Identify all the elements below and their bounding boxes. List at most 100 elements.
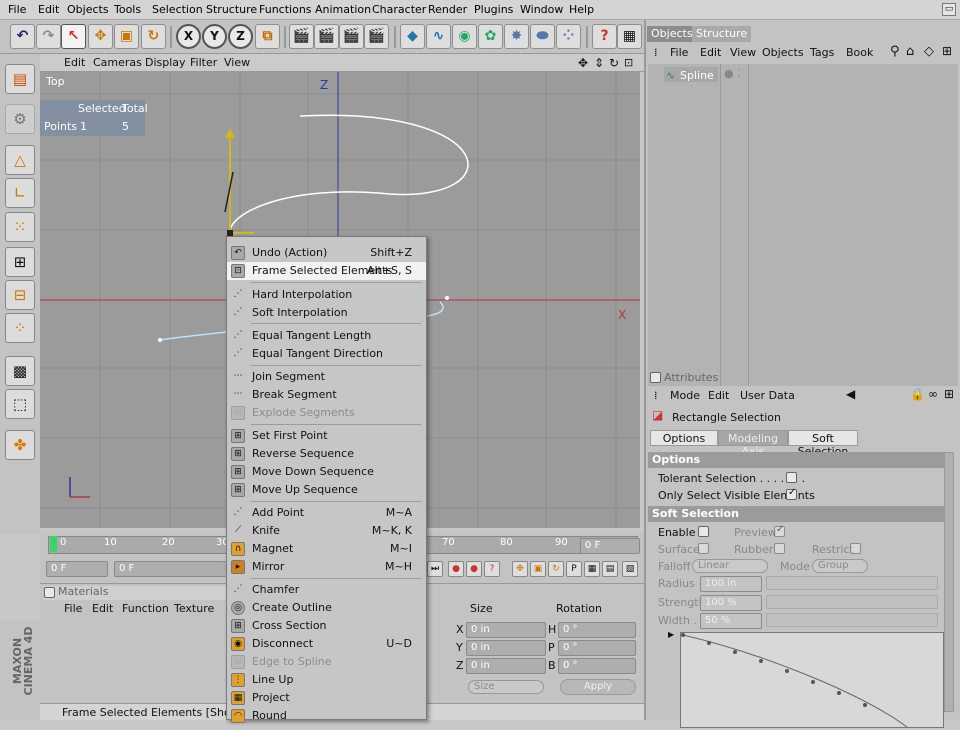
materials-panel-checkbox[interactable] — [44, 587, 55, 598]
goto-end-icon[interactable]: ⏭ — [427, 561, 443, 577]
help-icon[interactable]: ? — [592, 24, 617, 49]
timeline-menu-icon[interactable]: ▤ — [602, 561, 618, 577]
undo-icon[interactable]: ↶ — [10, 24, 35, 49]
key-pla-icon[interactable]: ▦ — [584, 561, 600, 577]
radius-field[interactable]: 100 in — [700, 576, 762, 592]
restrict-checkbox[interactable] — [850, 543, 861, 554]
menu-item-undo[interactable]: ↶ Undo (Action) Shift+Z — [227, 244, 426, 262]
light-icon[interactable]: ⁘ — [556, 24, 581, 49]
render-view-icon[interactable]: 🎬 — [289, 24, 314, 49]
menu-item-line-up[interactable]: ⋮ Line Up — [227, 671, 426, 689]
falloff-curve-graph[interactable] — [680, 632, 944, 728]
lock-icon[interactable]: 🔒 — [910, 387, 925, 401]
tab-options[interactable]: Options — [650, 430, 718, 446]
points-mode-icon[interactable]: ⁙ — [5, 212, 35, 242]
tab-objects[interactable]: Objects — [647, 26, 697, 42]
deformer-icon[interactable]: ✿ — [478, 24, 503, 49]
vp-move-icon[interactable]: ✥ — [578, 56, 588, 70]
menu-character[interactable]: Character — [372, 3, 426, 16]
strength-field[interactable]: 100 % — [700, 595, 762, 611]
key-scale-icon[interactable]: ▣ — [530, 561, 546, 577]
rubber-checkbox[interactable] — [774, 543, 785, 554]
tab-structure[interactable]: Structure — [692, 26, 752, 42]
attributes-menu-userdata[interactable]: User Data — [740, 389, 795, 402]
menu-item-soft-interpolation[interactable]: ⋰ Soft Interpolation — [227, 304, 426, 322]
menu-item-magnet[interactable]: ∩ Magnet M~I — [227, 540, 426, 558]
menu-item-move-down-sequence[interactable]: ⊞ Move Down Sequence — [227, 463, 426, 481]
menu-help[interactable]: Help — [569, 3, 594, 16]
menu-item-knife[interactable]: ⟋ Knife M~K, K — [227, 522, 426, 540]
menu-item-break-segment[interactable]: ⋯ Break Segment — [227, 386, 426, 404]
section-options[interactable]: Options — [648, 452, 946, 468]
attributes-panel-checkbox[interactable] — [650, 372, 661, 383]
objects-menu-view[interactable]: View — [730, 46, 756, 59]
tolerant-selection-checkbox[interactable] — [786, 472, 797, 483]
back-arrow-icon[interactable]: ◀ — [846, 387, 855, 401]
menu-item-move-up-sequence[interactable]: ⊞ Move Up Sequence — [227, 481, 426, 499]
menu-item-chamfer[interactable]: ⋰ Chamfer — [227, 581, 426, 599]
attributes-scrollbar[interactable] — [944, 452, 954, 712]
radius-slider[interactable] — [766, 576, 938, 590]
menu-item-set-first-point[interactable]: ⊞ Set First Point — [227, 427, 426, 445]
y-axis-lock-icon[interactable]: Y — [202, 24, 227, 49]
menu-item-join-segment[interactable]: ⋯ Join Segment — [227, 368, 426, 386]
rot-b-field[interactable]: 0 ° — [558, 658, 636, 674]
edit-render-settings-icon[interactable]: 🎬 — [364, 24, 389, 49]
objects-menu-book[interactable]: Book — [846, 46, 873, 59]
record-icon[interactable]: ● — [448, 561, 464, 577]
render-picture-viewer-icon[interactable]: 🎬 — [314, 24, 339, 49]
menu-item-equal-tangent-length[interactable]: ⋰ Equal Tangent Length — [227, 327, 426, 345]
redo-icon[interactable]: ↷ — [36, 24, 61, 49]
current-frame-field[interactable]: 0 F — [580, 538, 640, 554]
vp-zoom-icon[interactable]: ⇕ — [594, 56, 604, 70]
visible-only-checkbox[interactable] — [786, 487, 797, 500]
menu-file[interactable]: File — [8, 3, 26, 16]
search-icon[interactable]: ⚲ — [890, 44, 900, 59]
menu-item-frame-selected[interactable]: ⊡ Frame Selected Elements Alt+S, S — [227, 262, 426, 280]
size-mode-dropdown[interactable]: Size — [468, 680, 544, 694]
objects-menu-edit[interactable]: Edit — [700, 46, 721, 59]
strength-slider[interactable] — [766, 595, 938, 609]
live-selection-icon[interactable]: ↖ — [61, 24, 86, 49]
key-position-icon[interactable]: ✥ — [512, 561, 528, 577]
vp-rotate-icon[interactable]: ↻ — [609, 56, 619, 70]
section-soft-selection[interactable]: Soft Selection — [648, 506, 946, 522]
vp-menu-edit[interactable]: Edit — [64, 56, 85, 69]
objects-menu-tags[interactable]: Tags — [810, 46, 834, 59]
menu-item-mirror[interactable]: ▸ Mirror M~H — [227, 558, 426, 576]
enable-checkbox[interactable] — [698, 526, 709, 537]
camera-icon[interactable]: ⬬ — [530, 24, 555, 49]
menu-item-equal-tangent-direction[interactable]: ⋰ Equal Tangent Direction — [227, 345, 426, 363]
rotate-icon[interactable]: ↻ — [141, 24, 166, 49]
playhead[interactable] — [50, 536, 57, 552]
rot-p-field[interactable]: 0 ° — [558, 640, 636, 656]
layout-icon[interactable]: ▦ — [617, 24, 642, 49]
cube-primitive-icon[interactable]: ◆ — [400, 24, 425, 49]
menu-item-add-point[interactable]: ⋰ Add Point M~A — [227, 504, 426, 522]
falloff-dropdown[interactable]: Linear — [692, 559, 768, 573]
coordinate-system-icon[interactable]: ⧉ — [255, 24, 280, 49]
menu-objects[interactable]: Objects — [67, 3, 109, 16]
start-frame-field[interactable]: 0 F — [46, 561, 108, 577]
vp-menu-cameras[interactable]: Cameras — [93, 56, 142, 69]
render-settings-icon[interactable]: 🎬 — [339, 24, 364, 49]
menu-item-project[interactable]: ▦ Project — [227, 689, 426, 707]
expand-arrow-icon[interactable]: ▶ — [668, 630, 674, 639]
menu-structure[interactable]: Structure — [206, 3, 257, 16]
mode-dropdown[interactable]: Group — [812, 559, 868, 573]
materials-menu-texture[interactable]: Texture — [174, 602, 214, 615]
size-x-field[interactable]: 0 in — [466, 622, 546, 638]
tab-modeling-axis[interactable]: Modeling Axis — [718, 430, 788, 458]
new-attributes-panel-icon[interactable]: ⊞ — [944, 387, 954, 401]
menu-item-disconnect[interactable]: ◉ Disconnect U~D — [227, 635, 426, 653]
attributes-menu-mode[interactable]: Mode — [670, 389, 700, 402]
vp-menu-filter[interactable]: Filter — [190, 56, 217, 69]
visibility-dots-icon[interactable]: ● ⁚ — [724, 67, 741, 80]
width-slider[interactable] — [766, 613, 938, 627]
preview-checkbox[interactable] — [774, 524, 785, 537]
objects-menu-objects[interactable]: Objects — [762, 46, 804, 59]
menu-item-cross-section[interactable]: ⊞ Cross Section — [227, 617, 426, 635]
edges-mode-icon[interactable]: ⊞ — [5, 247, 35, 277]
model-mode-icon[interactable]: △ — [5, 145, 35, 175]
width-field[interactable]: 50 % — [700, 613, 762, 629]
